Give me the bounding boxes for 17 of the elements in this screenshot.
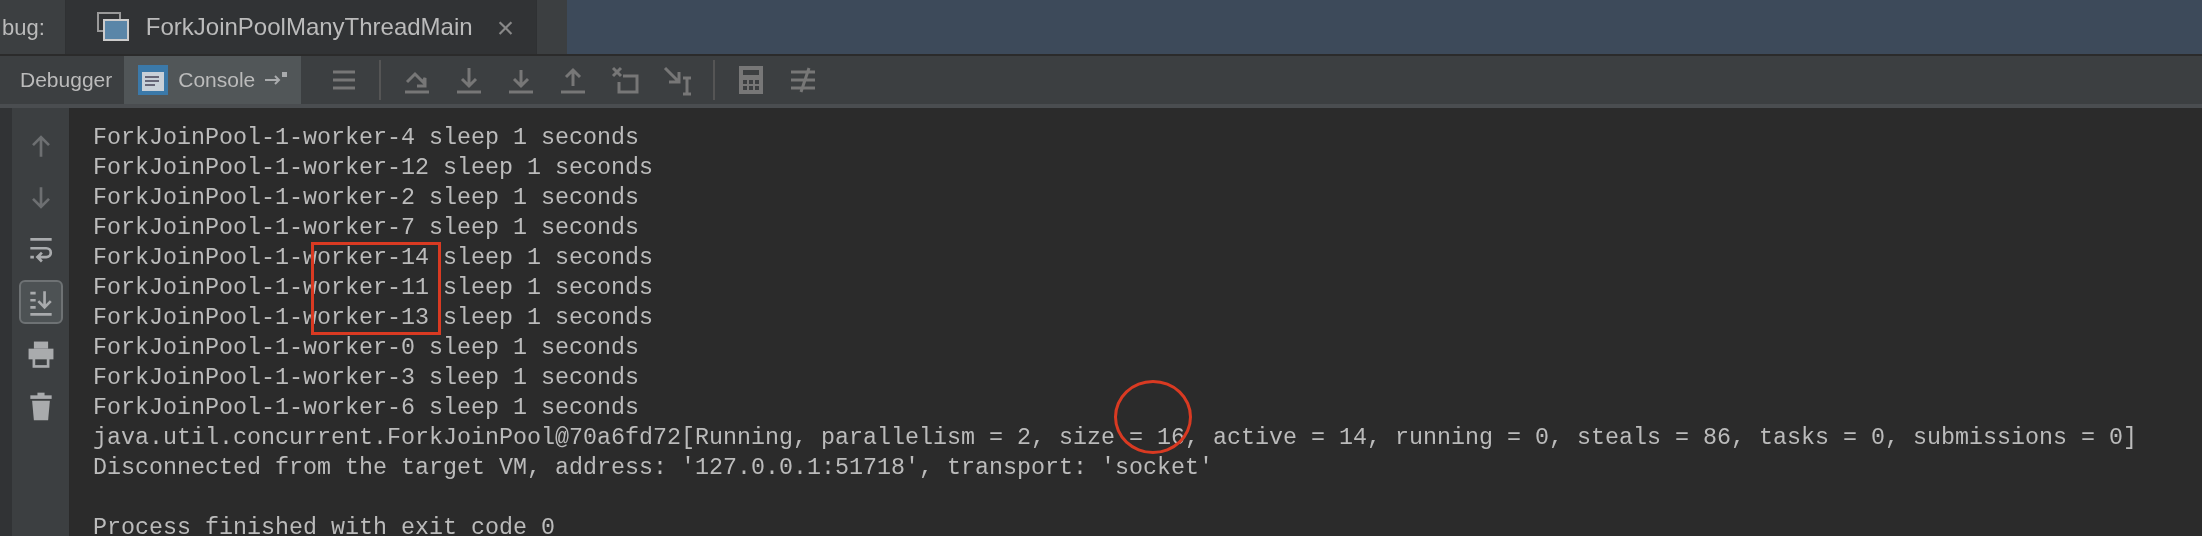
panel-label: bug: — [1, 13, 46, 42]
tool-tab[interactable]: Debugger — [8, 56, 125, 104]
window-icon — [95, 11, 130, 43]
console-line: ForkJoinPool-1-worker-7 sleep 1 seconds — [93, 214, 640, 243]
console-line: Disconnected from the target VM, address: '127.0.0.1:51718', transport: 'socket' — [93, 454, 1214, 483]
tool-tab[interactable]: Console — [124, 56, 302, 104]
console-line: ForkJoinPool-1-worker-12 sleep 1 seconds — [93, 154, 654, 183]
close-button[interactable]: × — [496, 4, 515, 50]
console-line: ForkJoinPool-1-worker-3 sleep 1 seconds — [93, 364, 640, 393]
console-line: ForkJoinPool-1-worker-6 sleep 1 seconds — [93, 394, 640, 423]
console-line: Process finished with exit code 0 — [93, 514, 556, 536]
run-tab[interactable]: ForkJoinPoolManyThreadMain × — [64, 0, 538, 54]
scroll-to-end-button[interactable] — [18, 280, 63, 324]
console-line: ForkJoinPool-1-worker-2 sleep 1 seconds — [93, 184, 640, 213]
console-line: ForkJoinPool-1-worker-4 sleep 1 seconds — [93, 124, 640, 153]
console-line: ForkJoinPool-1-worker-0 sleep 1 seconds — [93, 334, 640, 363]
console-icon — [136, 63, 171, 97]
